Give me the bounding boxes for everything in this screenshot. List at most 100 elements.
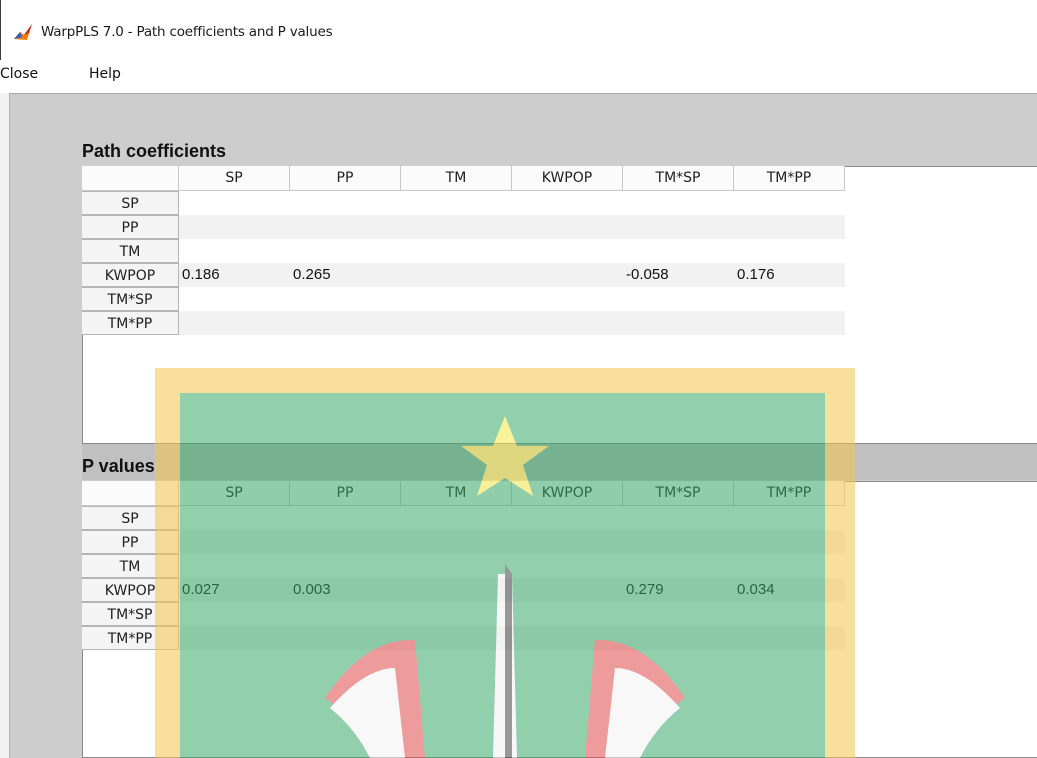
table-cell[interactable] (179, 554, 290, 578)
table-cell[interactable] (512, 554, 623, 578)
row-header[interactable]: TM*PP (82, 626, 179, 650)
column-header[interactable]: TM*PP (734, 481, 845, 506)
table-cell[interactable] (623, 530, 734, 554)
table-cell[interactable] (401, 263, 512, 287)
row-header[interactable]: SP (82, 191, 179, 215)
table-cell[interactable] (623, 191, 734, 215)
table-cell[interactable] (512, 506, 623, 530)
table-cell[interactable] (179, 311, 290, 335)
table-cell[interactable] (290, 506, 401, 530)
table-cell[interactable] (290, 215, 401, 239)
column-header[interactable]: TM (401, 481, 512, 506)
table-cell[interactable] (623, 287, 734, 311)
row-header[interactable]: TM (82, 554, 179, 578)
row-header[interactable]: KWPOP (82, 263, 179, 287)
table-cell[interactable] (734, 215, 845, 239)
table-cell[interactable] (734, 506, 845, 530)
table-cell[interactable] (512, 239, 623, 263)
table-cell[interactable]: 0.034 (734, 578, 845, 602)
table-cell[interactable] (734, 239, 845, 263)
table-cell[interactable] (623, 626, 734, 650)
column-header[interactable]: TM*PP (734, 166, 845, 191)
row-header[interactable]: TM*SP (82, 602, 179, 626)
row-header[interactable]: PP (82, 530, 179, 554)
table-cell[interactable] (179, 602, 290, 626)
row-header[interactable]: TM*PP (82, 311, 179, 335)
table-cell[interactable] (512, 191, 623, 215)
table-cell[interactable] (179, 191, 290, 215)
row-header[interactable]: TM (82, 239, 179, 263)
table-cell[interactable] (623, 506, 734, 530)
table-cell[interactable] (290, 287, 401, 311)
table-cell[interactable] (179, 215, 290, 239)
table-cell[interactable] (623, 554, 734, 578)
table-cell[interactable] (290, 530, 401, 554)
table-cell[interactable]: 0.176 (734, 263, 845, 287)
table-cell[interactable] (734, 530, 845, 554)
table-cell[interactable] (734, 602, 845, 626)
row-header[interactable]: PP (82, 215, 179, 239)
table-cell[interactable] (734, 287, 845, 311)
table-cell[interactable]: 0.279 (623, 578, 734, 602)
table-cell[interactable] (734, 626, 845, 650)
column-header[interactable]: KWPOP (512, 481, 623, 506)
column-header[interactable]: SP (179, 166, 290, 191)
table-cell[interactable]: 0.186 (179, 263, 290, 287)
table-cell[interactable] (512, 602, 623, 626)
table-cell[interactable] (512, 287, 623, 311)
table-cell[interactable] (623, 311, 734, 335)
table-cell[interactable] (179, 506, 290, 530)
row-header[interactable]: TM*SP (82, 287, 179, 311)
table-cell[interactable] (290, 191, 401, 215)
table-cell[interactable] (512, 626, 623, 650)
table-cell[interactable] (401, 602, 512, 626)
table-cell[interactable] (401, 311, 512, 335)
table-cell[interactable] (512, 311, 623, 335)
column-header[interactable]: KWPOP (512, 166, 623, 191)
table-cell[interactable] (512, 530, 623, 554)
table-cell[interactable] (290, 311, 401, 335)
table-cell[interactable] (734, 311, 845, 335)
table-cell[interactable] (401, 191, 512, 215)
table-cell[interactable] (179, 530, 290, 554)
table-cell[interactable] (734, 191, 845, 215)
table-cell[interactable] (512, 578, 623, 602)
table-cell[interactable] (179, 239, 290, 263)
table-cell[interactable] (290, 239, 401, 263)
menu-close[interactable]: Close (0, 66, 38, 82)
table-cell[interactable]: 0.027 (179, 578, 290, 602)
warppls-app-icon[interactable] (13, 23, 33, 41)
column-header[interactable]: PP (290, 481, 401, 506)
column-header[interactable]: TM*SP (623, 166, 734, 191)
column-header[interactable]: PP (290, 166, 401, 191)
table-cell[interactable] (401, 506, 512, 530)
table-cell[interactable] (401, 215, 512, 239)
table-cell[interactable] (179, 287, 290, 311)
table-cell[interactable] (512, 263, 623, 287)
column-header[interactable]: TM (401, 166, 512, 191)
column-header[interactable]: SP (179, 481, 290, 506)
table-cell[interactable] (401, 287, 512, 311)
table-cell[interactable]: 0.265 (290, 263, 401, 287)
table-cell[interactable]: -0.058 (623, 263, 734, 287)
table-cell[interactable] (734, 554, 845, 578)
table-cell[interactable] (290, 554, 401, 578)
row-header[interactable]: SP (82, 506, 179, 530)
table-cell[interactable] (512, 215, 623, 239)
table-cell[interactable] (290, 602, 401, 626)
menu-bar (0, 60, 1037, 90)
table-cell[interactable] (401, 239, 512, 263)
table-cell[interactable] (623, 239, 734, 263)
column-header[interactable]: TM*SP (623, 481, 734, 506)
table-cell[interactable] (401, 530, 512, 554)
menu-help[interactable]: Help (89, 66, 121, 82)
table-cell[interactable] (290, 626, 401, 650)
table-cell[interactable] (401, 578, 512, 602)
table-cell[interactable]: 0.003 (290, 578, 401, 602)
table-cell[interactable] (623, 215, 734, 239)
table-cell[interactable] (623, 602, 734, 626)
table-cell[interactable] (179, 626, 290, 650)
table-cell[interactable] (401, 554, 512, 578)
table-cell[interactable] (401, 626, 512, 650)
row-header[interactable]: KWPOP (82, 578, 179, 602)
